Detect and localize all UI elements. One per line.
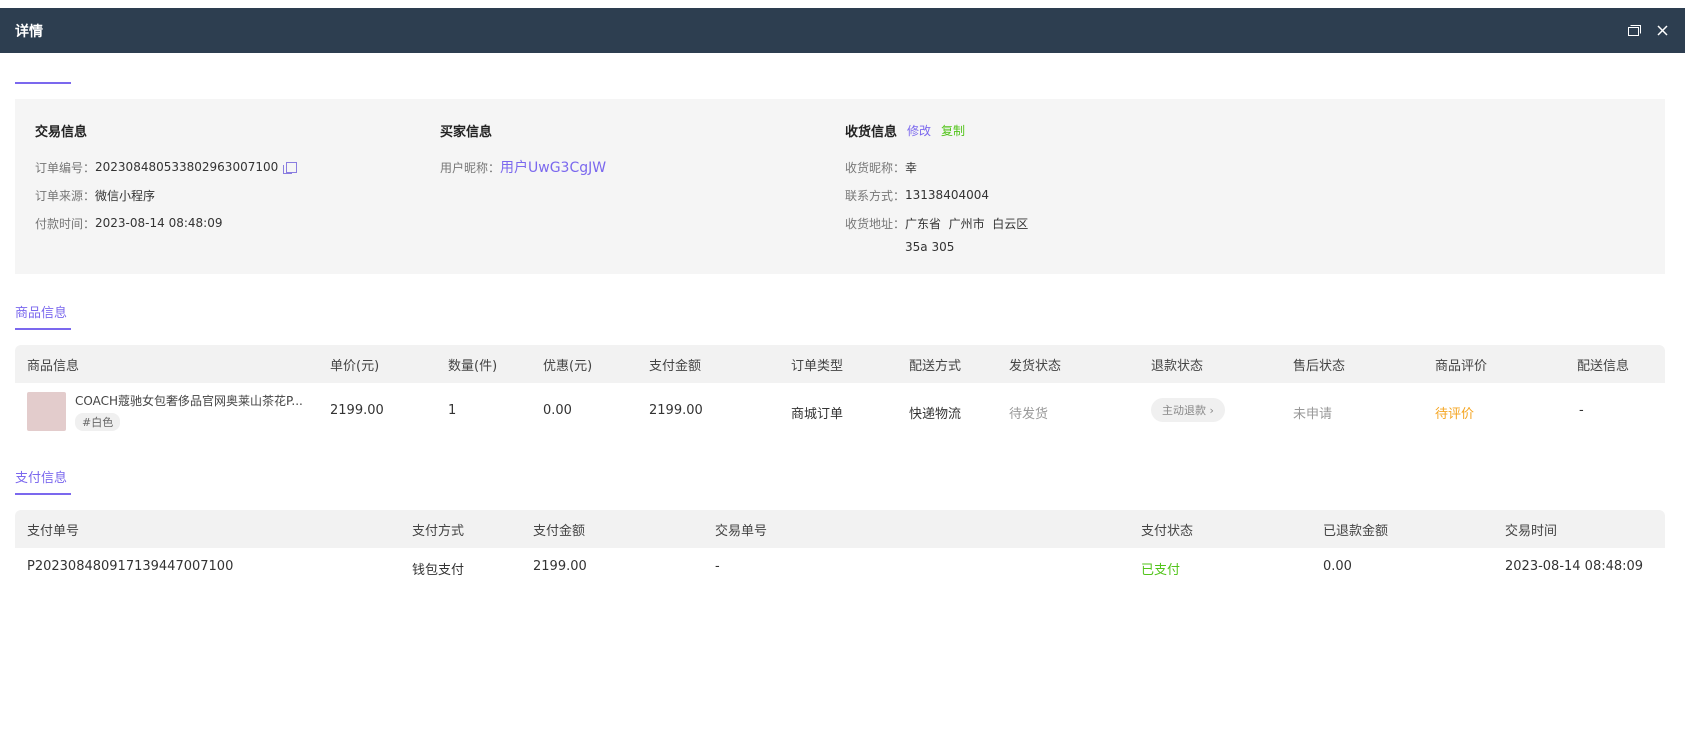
pay-method: 钱包支付 <box>412 563 465 578</box>
receiver-address-row: 收货地址： 广东省 广州市 白云区 <box>845 209 1028 237</box>
receiver-info-heading: 收货信息 修改 复制 <box>845 121 1028 140</box>
receiver-address-label: 收货地址： <box>845 216 906 231</box>
buyer-info-heading: 买家信息 <box>440 124 493 140</box>
receiver-info: 收货信息 修改 复制 收货昵称： 幸 联系方式： 13138404004 收货地… <box>845 121 1028 257</box>
buyer-info: 买家信息 用户昵称： 用户UwG3CgJW <box>440 121 606 181</box>
order-source-label: 订单来源： <box>35 188 96 203</box>
refund-button[interactable]: 主动退款 › <box>1151 398 1225 422</box>
trade-info: 交易信息 订单编号： 2023084805338029630071​00 订单来… <box>35 121 298 237</box>
receiver-address-line2: 35a 305 <box>905 240 955 254</box>
trade-time: 2023-08-14 08:48:09 <box>1505 559 1644 574</box>
goods-col-header: 订单类型 <box>791 358 844 374</box>
order-source-row: 订单来源： 微信小程序 <box>35 181 297 209</box>
payment-table: 支付单号 支付方式 支付金额 交易单号 支付状态 已退款金额 交易时间 P202… <box>15 510 1665 590</box>
goods-section-underline <box>15 328 71 330</box>
copy-icon[interactable] <box>283 161 298 174</box>
buyer-nick-label: 用户昵称： <box>440 160 501 175</box>
goods-table-header: 商品信息 单价(元) 数量(件) 优惠(元) 支付金额 订单类型 配送方式 发货… <box>15 345 1665 383</box>
trade-no: - <box>715 559 720 574</box>
payment-col-header: 交易单号 <box>715 523 768 539</box>
edit-address-link[interactable]: 修改 <box>907 122 931 139</box>
restore-window-icon[interactable] <box>1626 23 1642 39</box>
receiver-address-row2: 35a 305 <box>845 237 1028 257</box>
receiver-name-label: 收货昵称： <box>845 160 906 175</box>
copy-address-link[interactable]: 复制 <box>941 122 965 139</box>
product-thumbnail[interactable] <box>27 392 66 431</box>
discount: 0.00 <box>543 403 572 418</box>
goods-col-header: 优惠(元) <box>543 358 593 374</box>
payment-col-header: 交易时间 <box>1505 523 1558 539</box>
buyer-nick-row: 用户昵称： 用户UwG3CgJW <box>440 153 606 181</box>
pay-amount: 2199.00 <box>533 559 587 574</box>
payment-section-title: 支付信息 <box>15 471 68 486</box>
order-no-row: 订单编号： 2023084805338029630071​00 <box>35 153 298 181</box>
goods-col-header: 售后状态 <box>1293 358 1346 374</box>
product-name[interactable]: COACH蔻驰女包奢侈品官网奥莱山茶花P... <box>75 392 303 409</box>
goods-section-title: 商品信息 <box>15 306 68 321</box>
pay-time-row: 付款时间： 2023-08-14 08:48:09 <box>35 209 297 237</box>
dialog-titlebar: 详情 <box>0 8 1685 53</box>
trade-info-heading: 交易信息 <box>35 124 88 140</box>
payment-table-row: P2023084809171394470071​00 钱包支付 2199.00 … <box>15 548 1665 588</box>
order-no-value: 2023084805338029630071​00 <box>95 160 279 174</box>
payment-col-header: 支付金额 <box>533 523 586 539</box>
payment-col-header: 已退款金额 <box>1323 523 1389 539</box>
payment-col-header: 支付单号 <box>27 523 80 539</box>
pay-time-label: 付款时间： <box>35 216 96 231</box>
pay-no: P2023084809171394470071​00 <box>27 559 234 574</box>
order-no-label: 订单编号： <box>35 160 96 175</box>
pay-time-value: 2023-08-14 08:48:09 <box>95 216 223 230</box>
refunded-amount: 0.00 <box>1323 559 1352 574</box>
review-status[interactable]: 待评价 <box>1435 403 1474 422</box>
goods-col-header: 配送信息 <box>1577 358 1630 374</box>
product-sku-tag: #白色 <box>75 413 121 431</box>
pay-status: 已支付 <box>1141 563 1181 578</box>
delivery-info: - <box>1579 403 1584 418</box>
goods-col-header: 数量(件) <box>448 358 498 374</box>
window-actions <box>1626 23 1670 39</box>
refund-button-label: 主动退款 <box>1162 404 1206 417</box>
receiver-name-value: 幸 <box>905 160 918 175</box>
unit-price: 2199.00 <box>330 403 384 418</box>
ship-status: 待发货 <box>1009 407 1049 422</box>
goods-col-header: 支付金额 <box>649 358 702 374</box>
delivery-method: 快递物流 <box>909 407 962 422</box>
receiver-phone-value: 13138404004 <box>905 188 989 202</box>
receiver-heading-text: 收货信息 <box>845 124 898 140</box>
goods-table: 商品信息 单价(元) 数量(件) 优惠(元) 支付金额 订单类型 配送方式 发货… <box>15 345 1665 445</box>
chevron-right-icon: › <box>1209 404 1214 417</box>
receiver-phone-label: 联系方式： <box>845 188 906 203</box>
order-info-panel: 交易信息 订单编号： 2023084805338029630071​00 订单来… <box>15 99 1665 274</box>
goods-col-header: 发货状态 <box>1009 358 1062 374</box>
paid-amount: 2199.00 <box>649 403 703 418</box>
close-icon[interactable] <box>1654 23 1670 39</box>
goods-col-header: 配送方式 <box>909 358 962 374</box>
payment-col-header: 支付方式 <box>412 523 465 539</box>
payment-section-underline <box>15 493 71 495</box>
goods-col-header: 商品评价 <box>1435 358 1488 374</box>
receiver-name-row: 收货昵称： 幸 <box>845 153 1028 181</box>
receiver-phone-row: 联系方式： 13138404004 <box>845 181 1028 209</box>
goods-col-header: 单价(元) <box>330 358 380 374</box>
top-strip <box>0 0 1685 8</box>
dialog-title: 详情 <box>15 23 43 40</box>
payment-table-header: 支付单号 支付方式 支付金额 交易单号 支付状态 已退款金额 交易时间 <box>15 510 1665 548</box>
order-type: 商城订单 <box>791 407 844 422</box>
payment-col-header: 支付状态 <box>1141 523 1194 539</box>
aftersale-status: 未申请 <box>1293 407 1333 422</box>
tab-underline-active <box>15 82 71 84</box>
goods-col-header: 商品信息 <box>27 358 80 374</box>
goods-col-header: 退款状态 <box>1151 358 1204 374</box>
quantity: 1 <box>448 403 457 418</box>
order-source-value: 微信小程序 <box>95 188 156 203</box>
goods-table-row: COACH蔻驰女包奢侈品官网奥莱山茶花P... #白色 2199.00 1 0.… <box>15 383 1665 441</box>
buyer-nick-link[interactable]: 用户UwG3CgJW <box>500 157 606 177</box>
receiver-address-line1: 广东省 广州市 白云区 <box>905 216 1029 231</box>
